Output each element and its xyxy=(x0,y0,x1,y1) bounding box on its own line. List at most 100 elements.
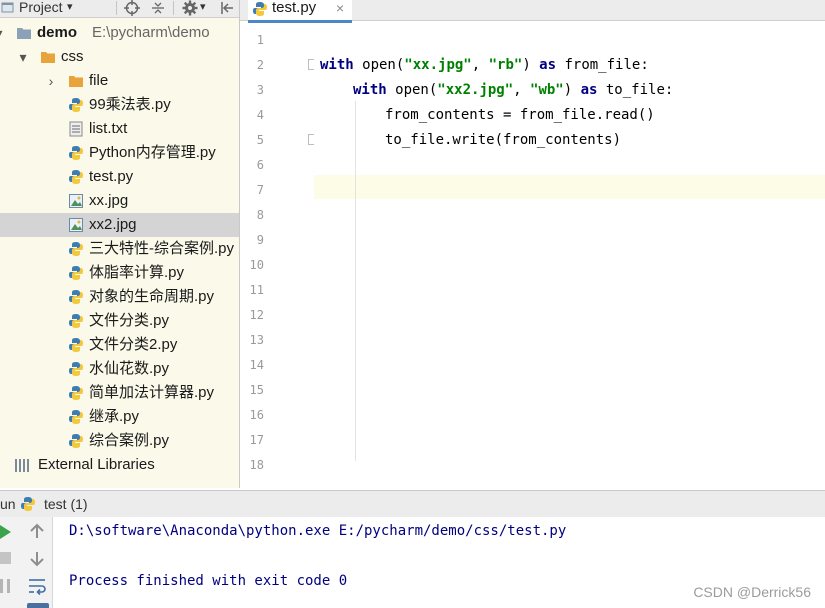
tree-item-xx2-jpg-7[interactable]: xx2.jpg xyxy=(0,213,239,237)
tree-item-label: xx.jpg xyxy=(89,192,129,209)
python-file-icon xyxy=(68,433,84,449)
text-file-icon xyxy=(68,121,84,137)
tree-item-external-libraries[interactable]: External Libraries xyxy=(0,453,239,477)
tree-item-label: 对象的生命周期.py xyxy=(89,288,215,305)
chevron-down-icon[interactable]: ▾ xyxy=(0,21,6,45)
run-config-label: test (1) xyxy=(44,496,88,512)
line-number: 17 xyxy=(249,433,264,447)
editor-gutter: 1 2 3 4 5 6 7 8 9 10 11 12 13 14 15 16 17 18 xyxy=(240,28,319,472)
line-number: 7 xyxy=(256,183,264,197)
tree-item-label: 文件分类.py xyxy=(89,312,170,329)
code-line-4: from_contents = from_file.read() xyxy=(385,107,655,123)
tree-item-demo[interactable]: ▾ demo E:\pycharm\demo xyxy=(0,21,239,45)
line-number: 15 xyxy=(249,383,264,397)
code-line-5: to_file.write(from_contents) xyxy=(385,132,622,148)
editor-tab-label: test.py xyxy=(272,0,317,16)
gear-icon[interactable] xyxy=(182,0,198,16)
python-file-icon xyxy=(68,337,84,353)
tree-item-file-1[interactable]: › file xyxy=(0,69,239,93)
tree-item-label: test.py xyxy=(89,168,134,185)
tree-item-py-9[interactable]: 体脂率计算.py xyxy=(0,261,239,285)
tree-item-2-py-12[interactable]: 文件分类2.py xyxy=(0,333,239,357)
line-number: 11 xyxy=(249,283,264,297)
tree-item-py-11[interactable]: 文件分类.py xyxy=(0,309,239,333)
run-tool-window-header: un test (1) xyxy=(0,490,825,518)
line-number: 1 xyxy=(256,33,264,47)
folder-icon xyxy=(40,49,56,65)
project-tool-window: Project ▾ ▾ demo E:\pycharm\demo ▾ css ›… xyxy=(0,0,240,488)
tree-item-test-py-5[interactable]: test.py xyxy=(0,165,239,189)
print-icon[interactable] xyxy=(27,603,49,608)
tree-item-label: list.txt xyxy=(89,120,128,137)
locate-target-icon[interactable] xyxy=(124,0,140,16)
tree-item-label: 综合案例.py xyxy=(89,432,170,449)
tree-item-py-16[interactable]: 综合案例.py xyxy=(0,429,239,453)
console-command-line: D:\software\Anaconda\python.exe E:/pycha… xyxy=(69,523,567,539)
tree-item-python-py-4[interactable]: Python内存管理.py xyxy=(0,141,239,165)
python-file-icon xyxy=(21,497,35,511)
chevron-down-icon[interactable]: ▾ xyxy=(67,0,73,16)
python-file-icon xyxy=(68,169,84,185)
python-file-icon xyxy=(68,97,84,113)
line-number: 3 xyxy=(256,83,264,97)
folder-icon xyxy=(68,73,84,89)
project-view-icon xyxy=(1,2,14,13)
image-file-icon xyxy=(68,193,84,209)
tree-item-99-py-2[interactable]: 99乘法表.py xyxy=(0,93,239,117)
library-icon xyxy=(14,457,30,473)
project-view-title[interactable]: Project xyxy=(19,0,63,16)
hide-panel-icon[interactable] xyxy=(219,0,235,16)
line-number: 2 xyxy=(256,58,264,72)
run-config-tab[interactable]: test (1) xyxy=(20,491,100,517)
tree-item-py-8[interactable]: 三大特性-综合案例.py xyxy=(0,237,239,261)
tree-item-py-10[interactable]: 对象的生命周期.py xyxy=(0,285,239,309)
python-file-icon xyxy=(68,361,84,377)
python-file-icon xyxy=(253,2,267,16)
run-toolbar xyxy=(0,517,53,608)
tree-item-py-14[interactable]: 简单加法计算器.py xyxy=(0,381,239,405)
tree-item-label: 继承.py xyxy=(89,408,140,425)
chevron-right-icon[interactable]: › xyxy=(44,69,58,93)
code-line-2: with open("xx.jpg", "rb") as from_file: xyxy=(320,57,649,73)
play-icon[interactable] xyxy=(0,524,12,540)
tree-item-label: demo xyxy=(37,24,78,41)
python-file-icon xyxy=(68,313,84,329)
editor-tab-test-py[interactable]: test.py × xyxy=(248,0,352,23)
chevron-down-icon[interactable]: ▾ xyxy=(200,0,206,16)
line-number: 6 xyxy=(256,158,264,172)
python-file-icon xyxy=(68,241,84,257)
python-file-icon xyxy=(68,385,84,401)
project-folder-icon xyxy=(16,25,32,41)
line-number: 16 xyxy=(249,408,264,422)
line-number: 18 xyxy=(249,458,264,472)
python-file-icon xyxy=(68,289,84,305)
tree-item-label: 体脂率计算.py xyxy=(89,264,185,281)
tree-item-xx-jpg-6[interactable]: xx.jpg xyxy=(0,189,239,213)
tree-item-list-txt-3[interactable]: list.txt xyxy=(0,117,239,141)
tree-item-label: 水仙花数.py xyxy=(89,360,170,377)
python-file-icon xyxy=(68,265,84,281)
tree-item-py-15[interactable]: 继承.py xyxy=(0,405,239,429)
indent-guide xyxy=(355,101,356,461)
pause-icon[interactable] xyxy=(0,578,12,594)
tree-item-label: xx2.jpg xyxy=(89,216,137,233)
python-file-icon xyxy=(68,145,84,161)
tree-item-label: 三大特性-综合案例.py xyxy=(89,240,235,257)
toolbar-separator xyxy=(173,1,174,15)
line-number: 10 xyxy=(249,258,264,272)
image-file-icon xyxy=(68,217,84,233)
tree-item-py-13[interactable]: 水仙花数.py xyxy=(0,357,239,381)
code-editor[interactable]: with open("xx.jpg", "rb") as from_file: … xyxy=(314,28,825,462)
arrow-up-icon[interactable] xyxy=(29,523,45,539)
tree-item-label: External Libraries xyxy=(38,456,155,473)
tree-item-label: 99乘法表.py xyxy=(89,96,171,113)
stop-icon[interactable] xyxy=(0,551,12,565)
run-panel-label: un xyxy=(0,496,16,512)
soft-wrap-icon[interactable] xyxy=(27,576,47,596)
tree-item-css-0[interactable]: ▾ css xyxy=(0,45,239,69)
chevron-down-icon[interactable]: ▾ xyxy=(16,45,30,69)
line-number: 14 xyxy=(249,358,264,372)
close-icon[interactable]: × xyxy=(336,0,344,18)
arrow-down-icon[interactable] xyxy=(29,551,45,567)
collapse-all-icon[interactable] xyxy=(150,0,166,16)
